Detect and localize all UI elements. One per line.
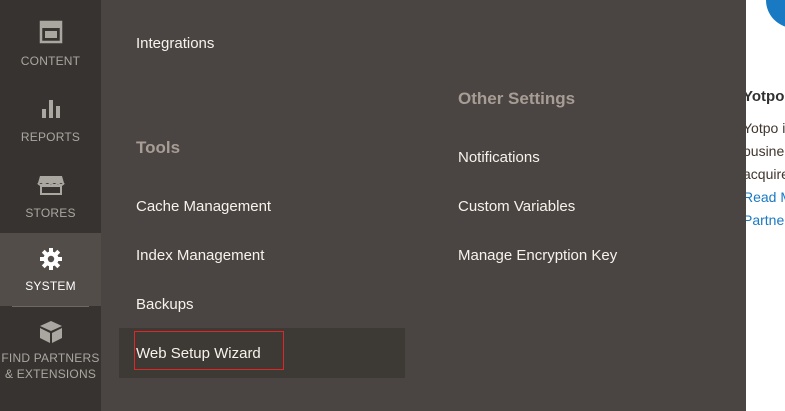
content-text-line: Yotpo i (746, 120, 785, 136)
menu-link-index-management[interactable]: Index Management (136, 247, 264, 264)
content-text-line: acquire (746, 166, 785, 182)
nav-item-reports[interactable]: REPORTS (0, 98, 101, 145)
nav-label-content: CONTENT (20, 54, 81, 68)
content-title: Yotpo (746, 88, 785, 105)
menu-link-custom-variables[interactable]: Custom Variables (458, 198, 575, 215)
nav-item-content[interactable]: CONTENT (0, 20, 101, 69)
section-title-tools: Tools (136, 138, 181, 157)
nav-item-stores[interactable]: STORES (0, 174, 101, 221)
nav-label-reports: REPORTS (20, 130, 81, 144)
menu-link-web-setup-wizard[interactable]: Web Setup Wizard (136, 345, 261, 362)
gear-icon (39, 248, 62, 270)
menu-link-notifications[interactable]: Notifications (458, 149, 540, 166)
menu-link-cache-management[interactable]: Cache Management (136, 198, 271, 215)
section-title-other-settings: Other Settings (458, 89, 576, 108)
page-content-partial: Yotpo Yotpo i busine acquire Read M Part… (746, 0, 785, 411)
menu-link-integrations[interactable]: Integrations (136, 35, 214, 52)
nav-label-stores: STORES (25, 206, 76, 220)
stores-icon (36, 176, 65, 195)
partner-link[interactable]: Partne (746, 212, 784, 228)
nav-label-find-partners: FIND PARTNERS (1, 351, 100, 365)
reports-icon (41, 100, 60, 118)
system-submenu: Integrations Tools Cache Management Inde… (101, 0, 746, 411)
nav-label-extensions: & EXTENSIONS (4, 367, 97, 381)
nav-item-find-partners[interactable]: FIND PARTNERS & EXTENSIONS (0, 320, 101, 382)
menu-link-manage-encryption-key[interactable]: Manage Encryption Key (458, 247, 617, 264)
admin-sidebar: CONTENT REPORTS STORES SYSTEM FIND PARTN… (0, 0, 101, 411)
menu-link-backups[interactable]: Backups (136, 296, 194, 313)
nav-item-system[interactable]: SYSTEM (0, 233, 101, 307)
content-icon (39, 20, 62, 44)
content-text-line: busine (746, 143, 785, 159)
read-more-link[interactable]: Read M (746, 189, 785, 205)
nav-label-system: SYSTEM (25, 279, 76, 293)
yotpo-logo-circle (766, 0, 785, 28)
partners-icon (39, 321, 62, 343)
